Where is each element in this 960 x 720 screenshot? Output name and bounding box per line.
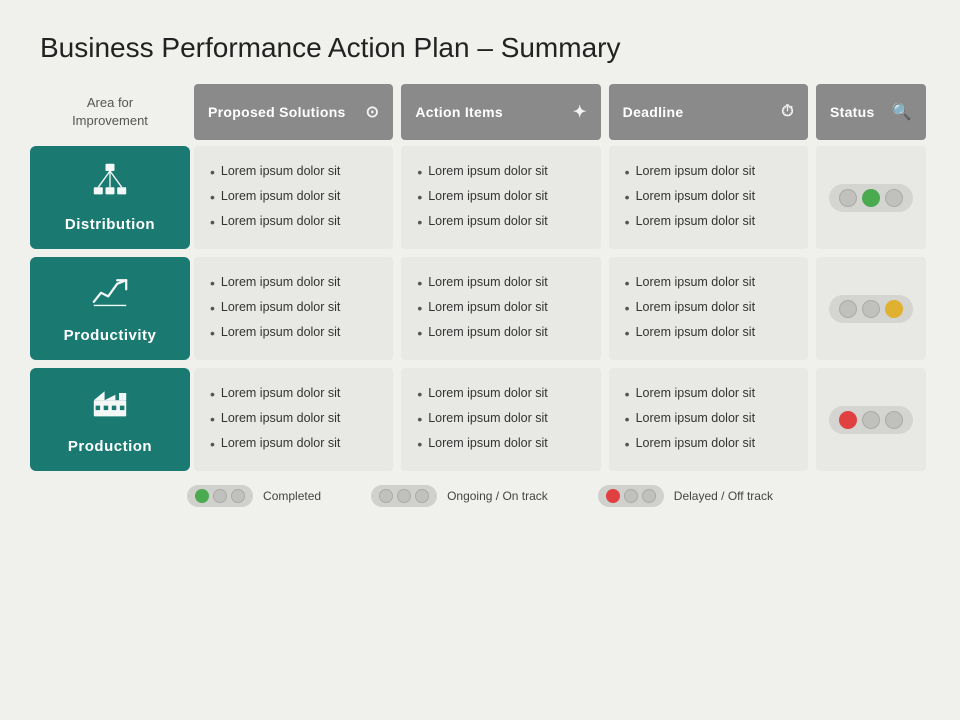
- productivity-category: Productivity: [30, 257, 190, 360]
- delayed-label: Delayed / Off track: [674, 489, 773, 503]
- list-item: Lorem ipsum dolor sit: [417, 407, 584, 432]
- completed-label: Completed: [263, 489, 321, 503]
- productivity-status: [816, 257, 926, 360]
- list-item: Lorem ipsum dolor sit: [625, 432, 792, 457]
- distribution-row: Distribution Lorem ipsum dolor sit Lorem…: [30, 146, 930, 249]
- distribution-label: Distribution: [65, 216, 155, 233]
- list-item: Lorem ipsum dolor sit: [417, 160, 584, 185]
- red-light: [839, 189, 857, 207]
- list-item: Lorem ipsum dolor sit: [625, 407, 792, 432]
- list-item: Lorem ipsum dolor sit: [625, 296, 792, 321]
- productivity-actions: Lorem ipsum dolor sit Lorem ipsum dolor …: [401, 257, 600, 360]
- action-items-label: Action Items: [415, 104, 503, 120]
- list-item: Lorem ipsum dolor sit: [625, 321, 792, 346]
- area-header: Area forImprovement: [30, 84, 190, 140]
- delayed-light-1: [606, 489, 620, 503]
- productivity-row: Productivity Lorem ipsum dolor sit Lorem…: [30, 257, 930, 360]
- list-item: Lorem ipsum dolor sit: [625, 160, 792, 185]
- legend: Completed Ongoing / On track Delayed / O…: [0, 485, 960, 507]
- main-table: Area forImprovement Proposed Solutions ⊙…: [30, 84, 930, 471]
- proposed-solutions-icon: ⊙: [366, 102, 380, 122]
- ongoing-light-2: [397, 489, 411, 503]
- list-item: Lorem ipsum dolor sit: [625, 271, 792, 296]
- distribution-deadline: Lorem ipsum dolor sit Lorem ipsum dolor …: [609, 146, 808, 249]
- delayed-light-2: [624, 489, 638, 503]
- list-item: Lorem ipsum dolor sit: [417, 321, 584, 346]
- green-light: [862, 411, 880, 429]
- productivity-deadline: Lorem ipsum dolor sit Lorem ipsum dolor …: [609, 257, 808, 360]
- completed-light-3: [231, 489, 245, 503]
- production-label: Production: [68, 438, 152, 455]
- list-item: Lorem ipsum dolor sit: [625, 382, 792, 407]
- header-row: Area forImprovement Proposed Solutions ⊙…: [30, 84, 930, 140]
- proposed-solutions-label: Proposed Solutions: [208, 104, 346, 120]
- list-item: Lorem ipsum dolor sit: [417, 432, 584, 457]
- distribution-proposed: Lorem ipsum dolor sit Lorem ipsum dolor …: [194, 146, 393, 249]
- ongoing-light-1: [379, 489, 393, 503]
- distribution-category: Distribution: [30, 146, 190, 249]
- yellow-light: [885, 189, 903, 207]
- proposed-solutions-header: Proposed Solutions ⊙: [194, 84, 393, 140]
- green-light: [862, 189, 880, 207]
- list-item: Lorem ipsum dolor sit: [417, 382, 584, 407]
- production-proposed: Lorem ipsum dolor sit Lorem ipsum dolor …: [194, 368, 393, 471]
- list-item: Lorem ipsum dolor sit: [625, 210, 792, 235]
- list-item: Lorem ipsum dolor sit: [210, 185, 377, 210]
- production-icon: [92, 384, 128, 428]
- ongoing-label: Ongoing / On track: [447, 489, 548, 503]
- productivity-traffic-lights: [829, 295, 913, 323]
- status-label: Status: [830, 104, 875, 120]
- list-item: Lorem ipsum dolor sit: [210, 296, 377, 321]
- production-traffic-lights: [829, 406, 913, 434]
- list-item: Lorem ipsum dolor sit: [625, 185, 792, 210]
- production-actions: Lorem ipsum dolor sit Lorem ipsum dolor …: [401, 368, 600, 471]
- list-item: Lorem ipsum dolor sit: [210, 321, 377, 346]
- page-title: Business Performance Action Plan – Summa…: [0, 0, 960, 84]
- status-icon: 🔍: [892, 102, 912, 122]
- list-item: Lorem ipsum dolor sit: [417, 271, 584, 296]
- production-deadline: Lorem ipsum dolor sit Lorem ipsum dolor …: [609, 368, 808, 471]
- green-light: [862, 300, 880, 318]
- completed-light-1: [195, 489, 209, 503]
- distribution-status: [816, 146, 926, 249]
- deadline-icon: ⏱: [781, 103, 794, 121]
- distribution-icon: [92, 162, 128, 206]
- legend-delayed: Delayed / Off track: [598, 485, 773, 507]
- ongoing-lights: [371, 485, 437, 507]
- production-row: Production Lorem ipsum dolor sit Lorem i…: [30, 368, 930, 471]
- distribution-traffic-lights: [829, 184, 913, 212]
- list-item: Lorem ipsum dolor sit: [210, 210, 377, 235]
- red-light: [839, 300, 857, 318]
- action-items-icon: ✦: [573, 102, 587, 122]
- productivity-icon: [92, 273, 128, 317]
- list-item: Lorem ipsum dolor sit: [210, 407, 377, 432]
- productivity-label: Productivity: [64, 327, 157, 344]
- list-item: Lorem ipsum dolor sit: [417, 185, 584, 210]
- list-item: Lorem ipsum dolor sit: [417, 210, 584, 235]
- yellow-light: [885, 300, 903, 318]
- productivity-proposed: Lorem ipsum dolor sit Lorem ipsum dolor …: [194, 257, 393, 360]
- completed-light-2: [213, 489, 227, 503]
- list-item: Lorem ipsum dolor sit: [210, 160, 377, 185]
- list-item: Lorem ipsum dolor sit: [417, 296, 584, 321]
- legend-completed: Completed: [187, 485, 321, 507]
- legend-ongoing: Ongoing / On track: [371, 485, 548, 507]
- action-items-header: Action Items ✦: [401, 84, 600, 140]
- distribution-actions: Lorem ipsum dolor sit Lorem ipsum dolor …: [401, 146, 600, 249]
- delayed-light-3: [642, 489, 656, 503]
- list-item: Lorem ipsum dolor sit: [210, 382, 377, 407]
- red-light: [839, 411, 857, 429]
- delayed-lights: [598, 485, 664, 507]
- list-item: Lorem ipsum dolor sit: [210, 432, 377, 457]
- yellow-light: [885, 411, 903, 429]
- ongoing-light-3: [415, 489, 429, 503]
- completed-lights: [187, 485, 253, 507]
- deadline-label: Deadline: [623, 104, 684, 120]
- production-status: [816, 368, 926, 471]
- status-header: Status 🔍: [816, 84, 926, 140]
- deadline-header: Deadline ⏱: [609, 84, 808, 140]
- production-category: Production: [30, 368, 190, 471]
- list-item: Lorem ipsum dolor sit: [210, 271, 377, 296]
